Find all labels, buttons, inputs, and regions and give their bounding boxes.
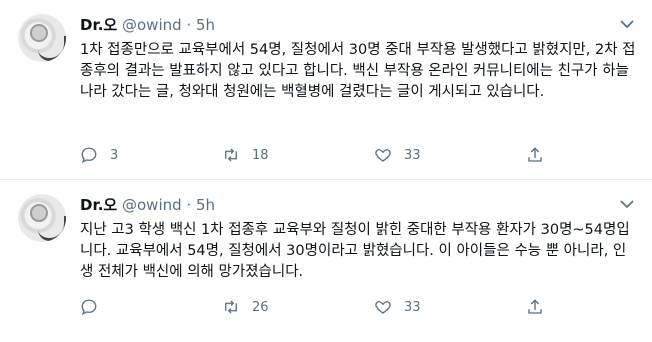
tweet-time[interactable]: 5h bbox=[196, 16, 215, 34]
stethoscope-cord-image bbox=[38, 36, 66, 61]
chevron-down-icon[interactable] bbox=[618, 17, 636, 31]
like-button[interactable]: 33 bbox=[374, 145, 421, 165]
like-count: 33 bbox=[404, 147, 421, 163]
like-button[interactable]: 33 bbox=[374, 297, 421, 317]
avatar[interactable] bbox=[18, 14, 66, 62]
tweet[interactable]: Dr.오 @owind · 5h 1차 접종만으로 교육부에서 54명, 질청에… bbox=[0, 0, 652, 180]
separator: · bbox=[186, 196, 192, 214]
tweet-actions: 3 18 33 bbox=[80, 145, 550, 165]
share-icon bbox=[528, 299, 542, 314]
tweet-header: Dr.오 @owind · 5h bbox=[80, 195, 215, 215]
heart-icon bbox=[375, 149, 391, 162]
avatar[interactable] bbox=[18, 194, 66, 242]
like-count: 33 bbox=[404, 299, 421, 315]
retweet-button[interactable]: 26 bbox=[222, 297, 269, 317]
tweet-time[interactable]: 5h bbox=[196, 196, 215, 214]
reply-button[interactable] bbox=[80, 297, 110, 317]
retweet-count: 18 bbox=[252, 147, 269, 163]
retweet-icon bbox=[225, 148, 237, 162]
stethoscope-cord-image bbox=[38, 216, 66, 241]
share-icon bbox=[528, 147, 542, 162]
author-handle[interactable]: @owind bbox=[122, 16, 182, 34]
tweet-text: 1차 접종만으로 교육부에서 54명, 질청에서 30명 중대 부작용 발생했다… bbox=[80, 42, 636, 100]
separator: · bbox=[186, 16, 192, 34]
retweet-icon bbox=[225, 300, 237, 314]
share-button[interactable] bbox=[526, 145, 556, 165]
reply-button[interactable]: 3 bbox=[80, 145, 118, 165]
tweet-text: 지난 고3 학생 백신 1차 접종후 교육부와 질청이 밝힌 중대한 부작용 환… bbox=[80, 222, 630, 280]
author-name[interactable]: Dr.오 bbox=[80, 196, 117, 214]
reply-count: 3 bbox=[110, 147, 119, 163]
retweet-button[interactable]: 18 bbox=[222, 145, 269, 165]
tweet-actions: 26 33 bbox=[80, 297, 550, 317]
author-handle[interactable]: @owind bbox=[122, 196, 182, 214]
chevron-down-icon[interactable] bbox=[618, 197, 636, 211]
share-button[interactable] bbox=[526, 297, 556, 317]
retweet-count: 26 bbox=[252, 299, 269, 315]
reply-icon bbox=[81, 299, 97, 316]
reply-icon bbox=[81, 147, 97, 164]
author-name[interactable]: Dr.오 bbox=[80, 16, 117, 34]
tweet-header: Dr.오 @owind · 5h bbox=[80, 15, 215, 35]
tweet[interactable]: Dr.오 @owind · 5h 지난 고3 학생 백신 1차 접종후 교육부와… bbox=[0, 180, 652, 342]
heart-icon bbox=[375, 301, 391, 314]
